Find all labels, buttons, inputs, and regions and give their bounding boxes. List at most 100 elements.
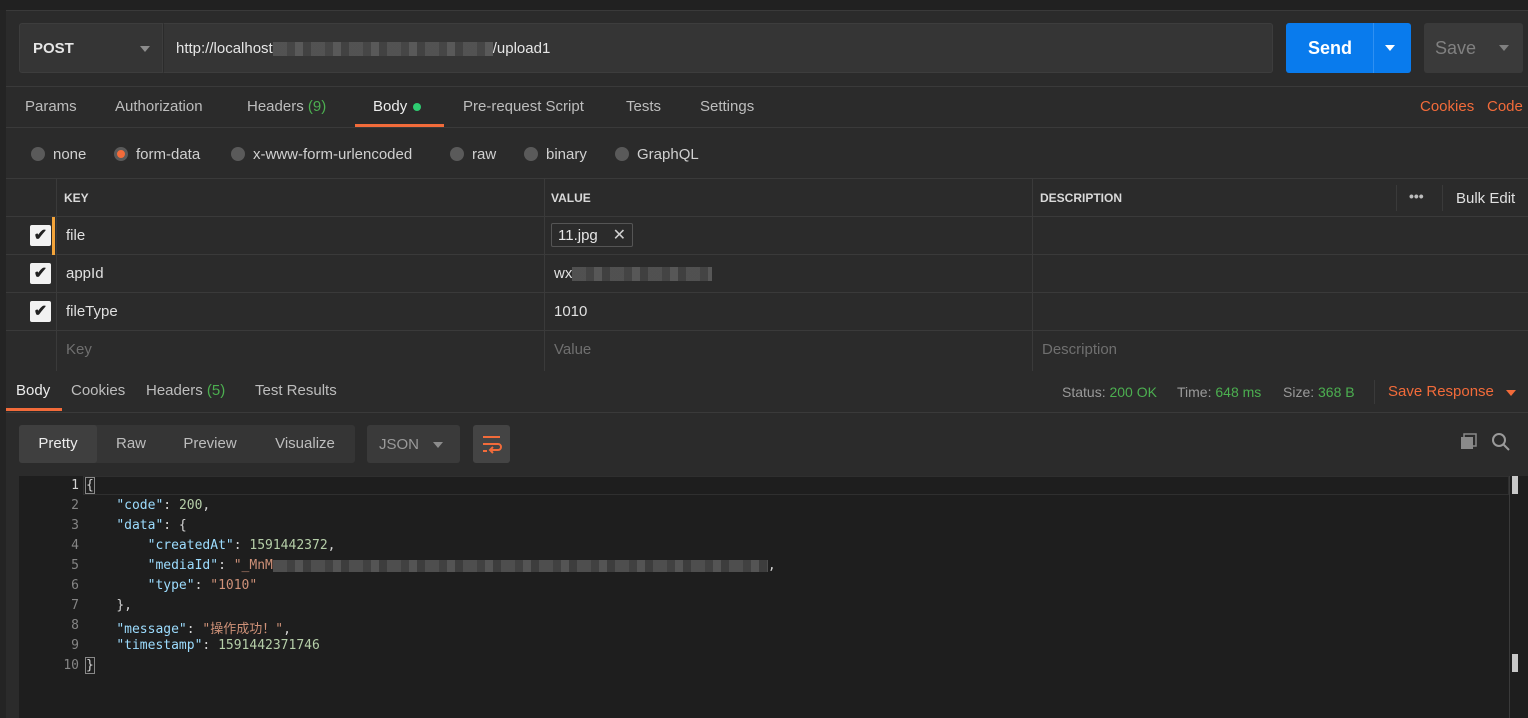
tab-headers-count: (9) [307,98,327,115]
json-key: "data" [116,518,164,533]
tab-params[interactable]: Params [25,98,77,115]
radio-label: none [53,146,87,163]
active-tab-underline [355,124,444,127]
form-data-table: KEY VALUE DESCRIPTION ••• Bulk Edit ✔ fi… [6,178,1528,372]
header-divider [1396,185,1397,211]
chevron-down-icon[interactable] [1499,45,1509,51]
checkbox-checked-icon[interactable]: ✔ [30,263,51,284]
tab-visualize[interactable]: Visualize [255,425,355,463]
radio-selected-icon [114,147,128,161]
size-info: Size: 368 B [1283,384,1355,400]
response-tab-cookies[interactable]: Cookies [71,382,125,399]
bulk-edit-link[interactable]: Bulk Edit [1456,190,1515,207]
more-options-icon[interactable]: ••• [1409,188,1424,204]
response-body-editor[interactable]: 1 2 3 4 5 6 7 8 9 10 { "code": 200, "dat… [19,476,1528,718]
json-key: "createdAt" [147,538,234,553]
response-tab-headers[interactable]: Headers (5) [146,382,225,399]
key-placeholder[interactable]: Key [66,341,92,358]
response-tab-body[interactable]: Body [16,382,50,399]
url-text-start: http://localhost [176,40,273,57]
row-key[interactable]: file [66,227,85,244]
table-row: ✔ appId wx [6,255,1528,293]
tab-pre-request-script[interactable]: Pre-request Script [463,98,584,115]
size-value: 368 B [1318,384,1355,400]
json-key: "message" [116,622,187,637]
header-description: DESCRIPTION [1040,191,1123,205]
status-dot-icon [413,103,422,112]
radio-x-www-form-urlencoded[interactable]: x-www-form-urlencoded [231,146,412,163]
radio-graphql[interactable]: GraphQL [615,146,699,163]
active-tab-underline [6,408,62,411]
code-line: }, [116,598,132,613]
tab-tests[interactable]: Tests [626,98,661,115]
radio-label: GraphQL [637,146,699,163]
send-button[interactable]: Send [1286,23,1411,73]
cookies-link[interactable]: Cookies [1420,98,1474,115]
current-line-highlight [83,476,1509,495]
response-tab-headers-label: Headers [146,382,203,399]
tab-authorization[interactable]: Authorization [115,98,203,115]
format-select[interactable]: JSON [367,425,460,463]
row-key[interactable]: appId [66,265,104,282]
time-info: Time: 648 ms [1177,384,1261,400]
radio-icon [524,147,538,161]
radio-label: x-www-form-urlencoded [253,146,413,163]
line-number: 7 [71,598,79,613]
url-input[interactable]: http://localhost/upload1 [163,23,1273,73]
scrollbar-thumb[interactable] [1512,476,1518,494]
json-value: 200 [178,498,203,513]
copy-icon[interactable] [1459,432,1479,452]
save-response-button[interactable]: Save Response [1388,383,1494,400]
response-tab-test-results[interactable]: Test Results [255,382,337,399]
redacted-url-segment [272,42,493,57]
radio-none[interactable]: none [31,146,86,163]
table-row: ✔ fileType 1010 [6,293,1528,331]
header-key: KEY [64,191,89,205]
view-mode-tabs: Pretty Raw Preview Visualize [19,425,355,463]
radio-form-data[interactable]: form-data [114,146,200,163]
column-divider [1032,179,1033,372]
close-icon[interactable]: ✕ [613,224,626,248]
line-number: 3 [71,518,79,533]
checkbox-checked-icon[interactable]: ✔ [30,301,51,322]
code-line: "createdAt": 1591442372, [147,538,336,553]
tab-pretty[interactable]: Pretty [19,425,97,463]
save-button[interactable]: Save [1424,23,1523,73]
header-divider [1442,185,1443,211]
chevron-down-icon[interactable] [1385,45,1395,51]
json-value: 1591442372 [249,538,328,553]
description-placeholder[interactable]: Description [1042,341,1117,358]
chevron-down-icon [140,46,150,52]
radio-binary[interactable]: binary [524,146,587,163]
value-placeholder[interactable]: Value [554,341,591,358]
code-line: "type": "1010" [147,578,258,593]
column-divider [544,179,545,372]
save-label: Save [1435,38,1477,58]
checkbox-checked-icon[interactable]: ✔ [30,225,51,246]
chevron-down-icon[interactable] [1506,390,1516,396]
tab-settings[interactable]: Settings [700,98,754,115]
method-select[interactable]: POST [19,23,163,73]
radio-raw[interactable]: raw [450,146,496,163]
code-line: "mediaId": "_MnM, [147,558,776,573]
row-value[interactable]: 1010 [554,303,587,320]
column-divider [56,179,57,372]
json-value: "_MnM [233,558,273,573]
json-value: 1591442371746 [218,638,320,653]
tab-raw[interactable]: Raw [97,425,165,463]
tab-body[interactable]: Body [373,98,422,115]
json-value: "操作成功！" [202,622,284,637]
line-number: 8 [71,618,79,633]
scrollbar-track[interactable] [1509,476,1510,718]
row-key[interactable]: fileType [66,303,118,320]
table-row: ✔ file 11.jpg ✕ [6,217,1528,255]
row-focus-marker [52,217,55,255]
code-link[interactable]: Code [1487,98,1523,115]
tab-headers[interactable]: Headers (9) [247,98,326,115]
send-divider [1373,23,1374,73]
search-icon[interactable] [1491,432,1511,452]
wrap-lines-button[interactable] [473,425,510,463]
radio-label: form-data [136,146,201,163]
tab-preview[interactable]: Preview [165,425,255,463]
row-value[interactable]: wx [554,265,713,282]
